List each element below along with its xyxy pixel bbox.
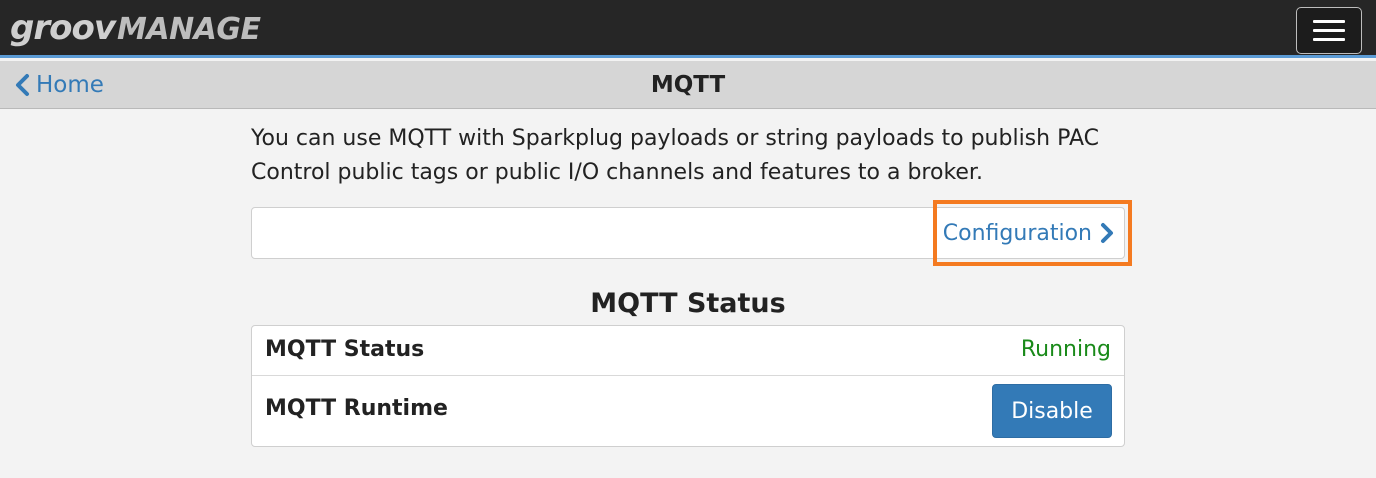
hamburger-menu-button[interactable] (1296, 7, 1362, 54)
top-bar: groov MANAGE (0, 0, 1376, 58)
groov-manage-logo[interactable]: groov MANAGE (10, 8, 261, 48)
logo-groov-text: groov (10, 8, 116, 48)
home-back-label: Home (36, 72, 104, 98)
nav-bar: Home MQTT (0, 61, 1376, 109)
logo-manage-text: MANAGE (117, 12, 261, 47)
mqtt-status-value: Running (1020, 337, 1111, 362)
mqtt-runtime-label: MQTT Runtime (265, 396, 448, 421)
mqtt-status-table: MQTT Status Running MQTT Runtime Disable (251, 325, 1125, 447)
page-title: MQTT (650, 72, 726, 98)
disable-button[interactable]: Disable (992, 384, 1112, 438)
configuration-link-label: Configuration (942, 220, 1092, 246)
table-row: MQTT Status Running (252, 326, 1124, 376)
chevron-left-icon (16, 74, 29, 96)
hamburger-icon (1313, 20, 1345, 23)
chevron-right-icon (1101, 223, 1113, 243)
table-row: MQTT Runtime Disable (252, 376, 1124, 446)
configuration-link[interactable]: Configuration (933, 200, 1132, 266)
intro-text: You can use MQTT with Sparkplug payloads… (251, 126, 1099, 185)
mqtt-status-heading: MQTT Status (590, 288, 786, 319)
home-back-link[interactable]: Home (14, 70, 104, 100)
mqtt-status-label: MQTT Status (265, 337, 425, 362)
